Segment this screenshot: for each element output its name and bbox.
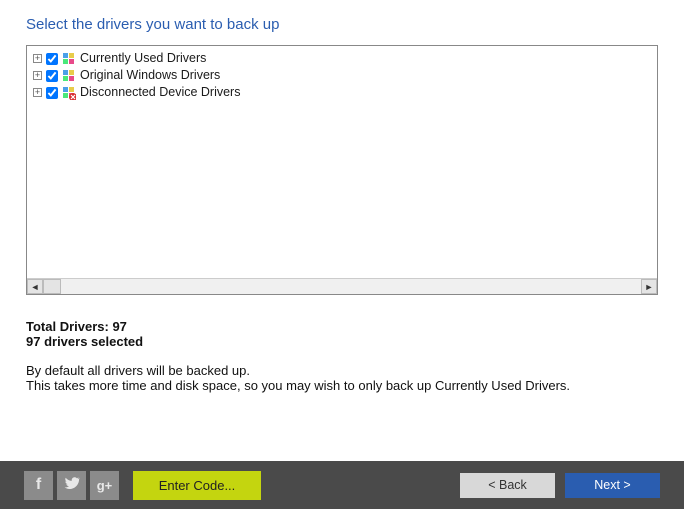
driver-tree-panel: + Currently Used Drivers + Original Wind… — [26, 45, 658, 295]
back-button[interactable]: < Back — [460, 473, 555, 498]
facebook-icon: f — [36, 476, 41, 494]
total-drivers-label: Total Drivers: 97 — [26, 319, 660, 334]
info-text-2: This takes more time and disk space, so … — [26, 378, 660, 393]
tree-item-original-windows[interactable]: + Original Windows Drivers — [33, 67, 651, 84]
tree-item-disconnected[interactable]: + Disconnected Device Drivers — [33, 84, 651, 101]
checkbox-currently-used[interactable] — [46, 53, 58, 65]
expand-icon[interactable]: + — [33, 71, 42, 80]
scroll-thumb[interactable] — [43, 279, 61, 294]
tree-item-label: Original Windows Drivers — [80, 67, 220, 84]
scroll-left-icon[interactable]: ◄ — [27, 279, 43, 294]
scroll-right-icon[interactable]: ► — [641, 279, 657, 294]
twitter-icon — [64, 475, 80, 496]
selected-drivers-label: 97 drivers selected — [26, 334, 660, 349]
tree-item-label: Disconnected Device Drivers — [80, 84, 240, 101]
googleplus-button[interactable]: g+ — [90, 471, 119, 500]
page-title: Select the drivers you want to back up — [26, 16, 660, 33]
info-text-1: By default all drivers will be backed up… — [26, 363, 660, 378]
expand-icon[interactable]: + — [33, 88, 42, 97]
tree-item-label: Currently Used Drivers — [80, 50, 206, 67]
next-button[interactable]: Next > — [565, 473, 660, 498]
twitter-button[interactable] — [57, 471, 86, 500]
puzzle-icon — [62, 52, 76, 66]
footer-bar: f g+ Enter Code... < Back Next > — [0, 461, 684, 509]
driver-tree: + Currently Used Drivers + Original Wind… — [27, 46, 657, 280]
summary-block: Total Drivers: 97 97 drivers selected By… — [26, 319, 660, 393]
puzzle-x-icon — [62, 86, 76, 100]
horizontal-scrollbar[interactable]: ◄ ► — [27, 278, 657, 294]
puzzle-icon — [62, 69, 76, 83]
checkbox-original-windows[interactable] — [46, 70, 58, 82]
tree-item-currently-used[interactable]: + Currently Used Drivers — [33, 50, 651, 67]
main-content: Select the drivers you want to back up +… — [0, 0, 684, 461]
expand-icon[interactable]: + — [33, 54, 42, 63]
facebook-button[interactable]: f — [24, 471, 53, 500]
googleplus-icon: g+ — [97, 478, 113, 493]
checkbox-disconnected[interactable] — [46, 87, 58, 99]
enter-code-button[interactable]: Enter Code... — [133, 471, 261, 500]
